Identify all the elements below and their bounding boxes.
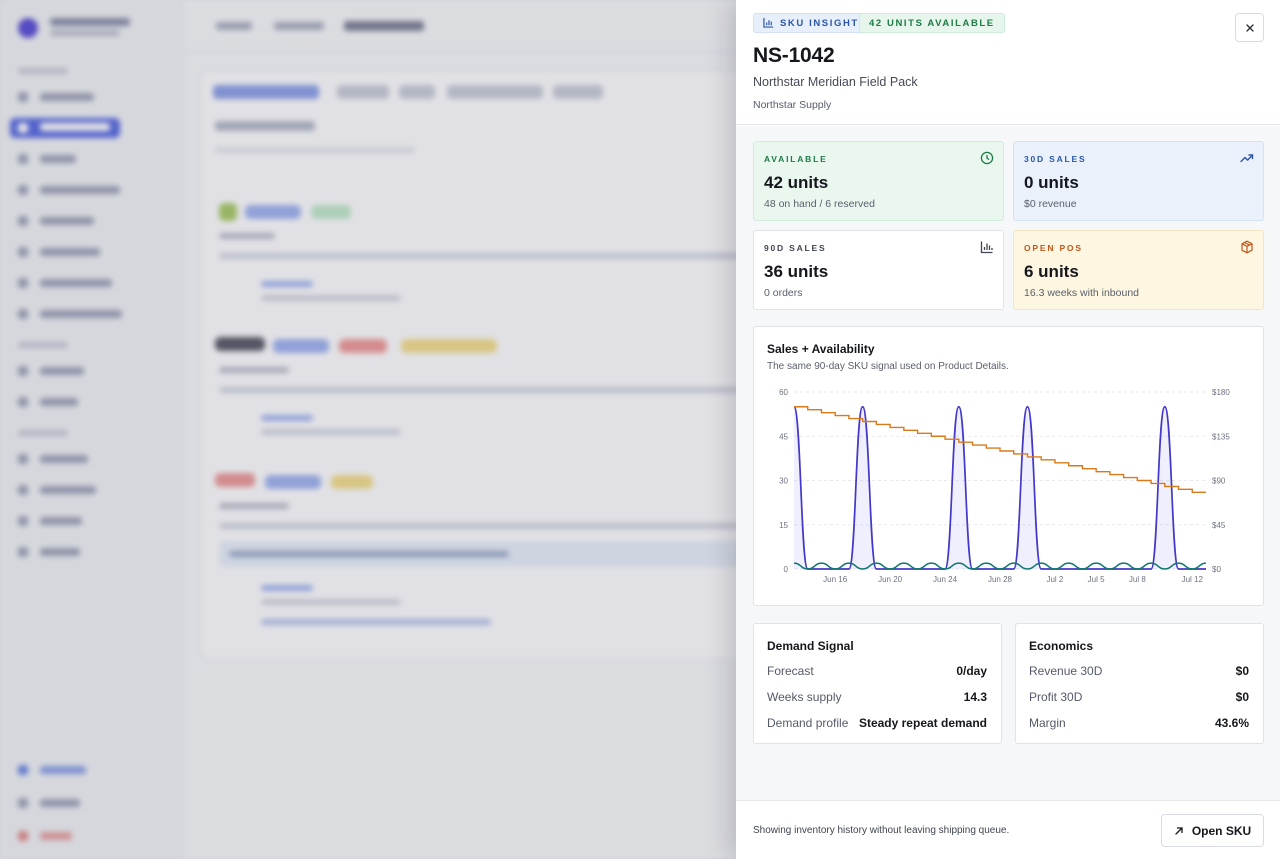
x-tick-label: Jun 28 [988, 575, 1013, 584]
stat-value: 36 units [764, 262, 829, 281]
close-button[interactable] [1235, 13, 1264, 42]
economics-row-margin: Margin 43.6% [1029, 716, 1249, 732]
bar-chart-icon [980, 241, 993, 254]
y-left-tick-label: 15 [779, 521, 788, 530]
stat-label: OPEN POS [1024, 243, 1083, 253]
stat-label: 30D SALES [1024, 154, 1087, 164]
drawer-body: AVAILABLE 42 units 48 on hand / 6 reserv… [736, 126, 1280, 800]
row-label: Revenue 30D [1029, 664, 1103, 678]
modal-scrim[interactable] [0, 0, 736, 859]
y-right-tick-label: $135 [1212, 432, 1230, 441]
sales-90d-stat-card: 90D SALES 36 units 0 orders [753, 230, 1004, 310]
demand-row-forecast: Forecast 0/day [767, 664, 987, 680]
open-sku-button[interactable]: Open SKU [1161, 814, 1264, 847]
footer-note: Showing inventory history without leavin… [753, 825, 1010, 836]
x-tick-label: Jul 12 [1182, 575, 1204, 584]
package-icon [1241, 240, 1253, 254]
close-icon [1245, 23, 1254, 32]
sku-code: NS-1042 [753, 44, 835, 67]
row-value: $0 [1235, 664, 1249, 678]
row-label: Forecast [767, 664, 814, 678]
stat-label: AVAILABLE [764, 154, 828, 164]
clock-icon [980, 151, 994, 165]
x-tick-label: Jun 16 [823, 575, 848, 584]
row-value: 14.3 [963, 690, 987, 704]
stat-subtext: 0 orders [764, 287, 803, 299]
y-left-tick-label: 60 [779, 388, 788, 397]
y-left-tick-label: 0 [784, 565, 789, 574]
row-label: Profit 30D [1029, 690, 1083, 704]
sales-30d-stat-card: 30D SALES 0 units $0 revenue [1013, 141, 1264, 221]
sales-availability-chart-card: Sales + Availability The same 90-day SKU… [753, 326, 1264, 606]
x-tick-label: Jun 24 [933, 575, 958, 584]
drawer-footer: Showing inventory history without leavin… [736, 800, 1280, 859]
card-title: Demand Signal [767, 639, 854, 653]
x-tick-label: Jun 20 [878, 575, 903, 584]
row-label: Margin [1029, 716, 1066, 730]
stat-subtext: 48 on hand / 6 reserved [764, 198, 875, 210]
open-pos-stat-card: OPEN POS 6 units 16.3 weeks with inbound [1013, 230, 1264, 310]
y-left-tick-label: 45 [779, 432, 788, 441]
card-title: Economics [1029, 639, 1094, 653]
demand-signal-card: Demand Signal Forecast 0/day Weeks suppl… [753, 623, 1002, 744]
trending-up-icon [1240, 154, 1254, 163]
stat-value: 42 units [764, 173, 829, 192]
demand-row-weeks-supply: Weeks supply 14.3 [767, 690, 987, 706]
stat-label: 90D SALES [764, 243, 827, 253]
units-available-badge: 42 UNITS AVAILABLE [859, 13, 1005, 33]
open-sku-label: Open SKU [1191, 823, 1252, 838]
row-label: Demand profile [767, 716, 849, 730]
y-right-tick-label: $0 [1212, 565, 1221, 574]
demand-row-profile: Demand profile Steady repeat demand [767, 716, 987, 732]
stat-subtext: 16.3 weeks with inbound [1024, 287, 1139, 299]
drawer-header: SKU INSIGHT 42 UNITS AVAILABLE NS-1042 N… [736, 0, 1280, 125]
stat-subtext: $0 revenue [1024, 198, 1077, 210]
row-value: Steady repeat demand [858, 716, 987, 730]
row-value: 0/day [956, 664, 987, 678]
x-tick-label: Jul 5 [1088, 575, 1105, 584]
economics-row-revenue: Revenue 30D $0 [1029, 664, 1249, 680]
y-right-tick-label: $90 [1212, 477, 1226, 486]
supplier-name: Northstar Supply [753, 99, 832, 111]
sku-insight-badge: SKU INSIGHT [753, 13, 869, 33]
economics-row-profit: Profit 30D $0 [1029, 690, 1249, 706]
product-name: Northstar Meridian Field Pack [753, 75, 918, 89]
row-label: Weeks supply [767, 690, 842, 704]
x-tick-label: Jul 8 [1129, 575, 1146, 584]
sales-availability-chart: 60 $180 45 $135 30 $90 15 $45 0 $0 Jun 16 Jun 20 Jun… [779, 388, 1230, 584]
y-right-tick-label: $45 [1212, 521, 1226, 530]
y-left-tick-label: 30 [779, 477, 788, 486]
sku-insight-drawer: SKU INSIGHT 42 UNITS AVAILABLE NS-1042 N… [736, 0, 1280, 859]
stat-value: 0 units [1024, 173, 1079, 192]
available-stat-card: AVAILABLE 42 units 48 on hand / 6 reserv… [753, 141, 1004, 221]
stat-value: 6 units [1024, 262, 1079, 281]
row-value: 43.6% [1214, 716, 1249, 730]
row-value: $0 [1235, 690, 1249, 704]
y-right-tick-label: $180 [1212, 388, 1230, 397]
arrow-up-right-icon [1175, 826, 1183, 835]
x-tick-label: Jul 2 [1046, 575, 1063, 584]
sku-insight-label: SKU INSIGHT [780, 18, 859, 29]
economics-card: Economics Revenue 30D $0 Profit 30D $0 M… [1015, 623, 1264, 744]
bar-chart-icon [763, 17, 774, 28]
